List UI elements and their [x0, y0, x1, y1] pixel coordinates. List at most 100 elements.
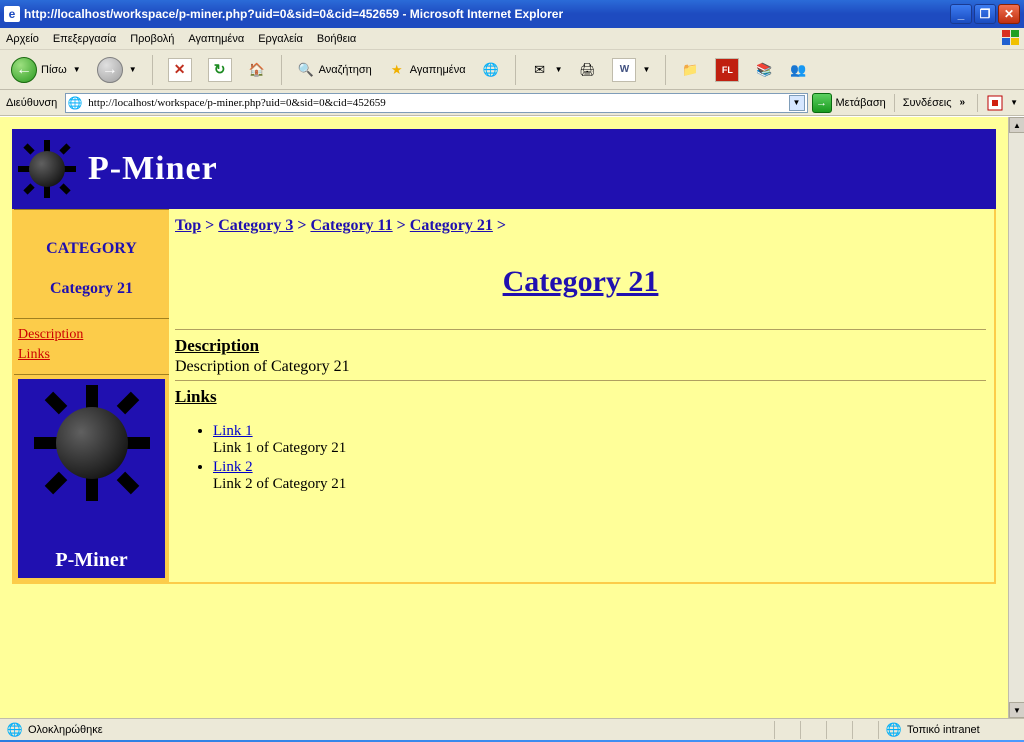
breadcrumb-link[interactable]: Category 11 — [310, 217, 392, 234]
content-link[interactable]: Link 2 — [213, 459, 253, 475]
address-bar: Διεύθυνση 🌐 ▼ → Μετάβαση Συνδέσεις » ▼ — [0, 90, 1024, 116]
links-list: Link 1 Link 1 of Category 21 Link 2 Link… — [175, 423, 986, 493]
history-icon: 🌐 — [482, 61, 500, 79]
breadcrumb-link[interactable]: Top — [175, 217, 201, 234]
address-field-wrap[interactable]: 🌐 ▼ — [65, 93, 807, 113]
menu-favorites[interactable]: Αγαπημένα — [188, 33, 244, 45]
flash-icon: FL — [715, 58, 739, 82]
browser-toolbar: ← Πίσω ▼ → ▼ ✕ ↻ 🏠 🔍 Αναζήτηση ★ Αγαπημέ… — [0, 50, 1024, 90]
links-label[interactable]: Συνδέσεις — [903, 97, 952, 109]
content-viewport: P-Miner CATEGORY Category 21 Description… — [0, 116, 1024, 718]
sidebar-link-description[interactable]: Description — [18, 325, 165, 345]
chevron-down-icon[interactable]: ▼ — [1010, 98, 1018, 107]
content-link[interactable]: Link 1 — [213, 423, 253, 439]
window-title: http://localhost/workspace/p-miner.php?u… — [24, 7, 950, 21]
webpage: P-Miner CATEGORY Category 21 Description… — [0, 117, 1008, 718]
flash-button[interactable]: FL — [710, 55, 744, 85]
folder-icon: 📁 — [681, 61, 699, 79]
edit-doc-button[interactable]: W▼ — [607, 55, 655, 85]
chevron-down-icon: ▼ — [73, 65, 81, 74]
scroll-up-button[interactable]: ▲ — [1009, 117, 1024, 133]
menu-tools[interactable]: Εργαλεία — [258, 33, 303, 45]
toolbar-separator — [665, 55, 666, 85]
forward-icon: → — [97, 57, 123, 83]
mail-icon: ✉ — [531, 61, 549, 79]
folder-button[interactable]: 📁 — [676, 58, 704, 82]
mine-icon — [38, 389, 146, 497]
word-icon: W — [612, 58, 636, 82]
breadcrumb-link[interactable]: Category 21 — [410, 217, 493, 234]
messenger-button[interactable]: 👥 — [784, 58, 812, 82]
breadcrumb-link[interactable]: Category 3 — [218, 217, 293, 234]
menu-file[interactable]: Αρχείο — [6, 33, 39, 45]
sidebar-logo-block: P-Miner — [18, 379, 165, 578]
window-titlebar: e http://localhost/workspace/p-miner.php… — [0, 0, 1024, 28]
chevron-down-icon: ▼ — [555, 65, 563, 74]
site-banner: P-Miner — [12, 129, 996, 209]
refresh-icon: ↻ — [208, 58, 232, 82]
search-button[interactable]: 🔍 Αναζήτηση — [292, 58, 377, 82]
history-button[interactable]: 🌐 — [477, 58, 505, 82]
content-link-desc: Link 1 of Category 21 — [213, 440, 346, 456]
links-chevron-icon[interactable]: » — [960, 97, 966, 108]
ie-icon: e — [4, 6, 20, 22]
print-button[interactable]: 🖨 — [573, 58, 601, 82]
print-icon: 🖨 — [578, 61, 596, 79]
breadcrumb: Top > Category 3 > Category 11 > Categor… — [175, 217, 986, 235]
sidebar-link-links[interactable]: Links — [18, 345, 165, 365]
mail-button[interactable]: ✉▼ — [526, 58, 568, 82]
address-input[interactable] — [86, 96, 788, 110]
menu-edit[interactable]: Επεξεργασία — [53, 33, 116, 45]
refresh-button[interactable]: ↻ — [203, 55, 237, 85]
home-button[interactable]: 🏠 — [243, 58, 271, 82]
chevron-down-icon: ▼ — [642, 65, 650, 74]
window-maximize-button[interactable]: ❐ — [974, 4, 996, 24]
main-content: Top > Category 3 > Category 11 > Categor… — [169, 209, 994, 582]
research-button[interactable]: 📚 — [750, 58, 778, 82]
menu-bar: Αρχείο Επεξεργασία Προβολή Αγαπημένα Εργ… — [0, 28, 1024, 50]
window-close-button[interactable]: ✕ — [998, 4, 1020, 24]
sidebar-current-category: Category 21 — [20, 280, 163, 298]
pdf-icon[interactable] — [986, 94, 1004, 112]
section-title-links: Links — [175, 387, 986, 407]
favorites-button[interactable]: ★ Αγαπημένα — [383, 58, 471, 82]
sidebar: CATEGORY Category 21 Description Links — [14, 209, 169, 582]
status-bar: 🌐 Ολοκληρώθηκε 🌐 Τοπικό intranet — [0, 718, 1024, 740]
mine-icon — [20, 142, 74, 196]
address-label: Διεύθυνση — [6, 97, 57, 109]
toolbar-separator — [152, 55, 153, 85]
go-button[interactable]: → — [812, 93, 832, 113]
go-label: Μετάβαση — [836, 97, 886, 109]
menu-help[interactable]: Βοήθεια — [317, 33, 356, 45]
menu-view[interactable]: Προβολή — [130, 33, 174, 45]
list-item: Link 2 Link 2 of Category 21 — [213, 459, 986, 493]
status-text: Ολοκληρώθηκε — [28, 724, 103, 736]
zone-icon: 🌐 — [885, 721, 903, 739]
star-icon: ★ — [388, 61, 406, 79]
vertical-scrollbar[interactable]: ▲ ▼ — [1008, 117, 1024, 718]
zone-text: Τοπικό intranet — [907, 724, 980, 736]
sidebar-category-label: CATEGORY — [20, 240, 163, 258]
back-button[interactable]: ← Πίσω ▼ — [6, 54, 86, 86]
toolbar-separator — [515, 55, 516, 85]
search-icon: 🔍 — [297, 61, 315, 79]
chevron-down-icon: ▼ — [129, 65, 137, 74]
page-heading-link[interactable]: Category 21 — [503, 265, 659, 298]
research-icon: 📚 — [755, 61, 773, 79]
toolbar-separator — [977, 94, 978, 112]
status-cells — [774, 721, 878, 739]
scroll-down-button[interactable]: ▼ — [1009, 702, 1024, 718]
stop-button[interactable]: ✕ — [163, 55, 197, 85]
page-heading: Category 21 — [175, 265, 986, 299]
sidebar-logo-text: P-Miner — [24, 549, 159, 572]
toolbar-separator — [894, 94, 895, 112]
site-title: P-Miner — [88, 150, 218, 188]
messenger-icon: 👥 — [789, 61, 807, 79]
address-dropdown-button[interactable]: ▼ — [789, 95, 805, 111]
forward-button[interactable]: → ▼ — [92, 54, 142, 86]
home-icon: 🏠 — [248, 61, 266, 79]
stop-icon: ✕ — [168, 58, 192, 82]
page-icon: 🌐 — [68, 96, 82, 110]
window-minimize-button[interactable]: _ — [950, 4, 972, 24]
back-icon: ← — [11, 57, 37, 83]
